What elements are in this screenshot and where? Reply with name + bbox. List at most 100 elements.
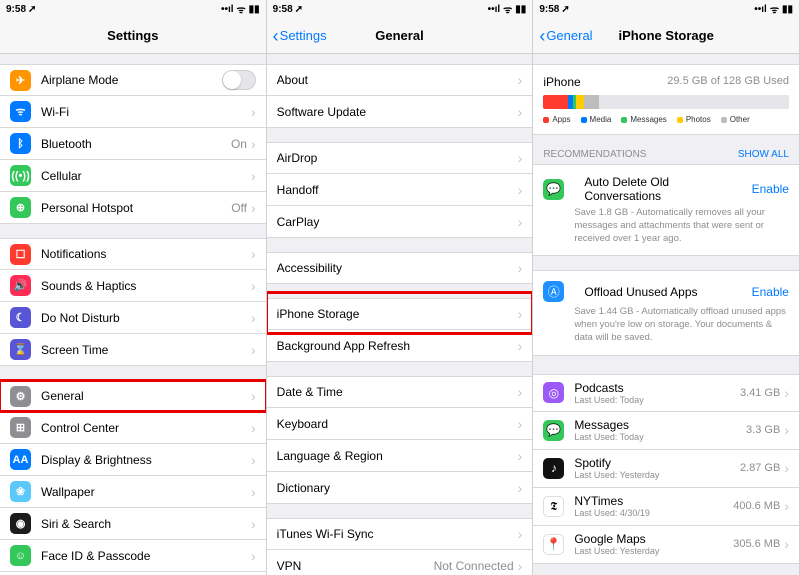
settings-row-face-id-passcode[interactable]: ☺Face ID & Passcode› — [0, 540, 266, 572]
general-row-keyboard[interactable]: Keyboard› — [267, 408, 533, 440]
iphone-storage-screen: 9:58➚ ••ılᯤ▮▮ ‹General iPhone Storage iP… — [533, 0, 800, 575]
general-row-software-update[interactable]: Software Update› — [267, 96, 533, 128]
app-row-podcasts[interactable]: ◎PodcastsLast Used: Today3.41 GB› — [533, 374, 799, 412]
app-name: NYTimes — [574, 494, 733, 508]
settings-row-wi-fi[interactable]: ᯤWi-Fi› — [0, 96, 266, 128]
settings-row-control-center[interactable]: ⊞Control Center› — [0, 412, 266, 444]
settings-row-screen-time[interactable]: ⌛Screen Time› — [0, 334, 266, 366]
status-bar: 9:58➚ ••ılᯤ▮▮ — [533, 0, 799, 18]
battery-status-icon: ▮▮ — [515, 4, 526, 15]
settings-row-do-not-disturb[interactable]: ☾Do Not Disturb› — [0, 302, 266, 334]
enable-button[interactable]: Enable — [752, 182, 789, 196]
enable-button[interactable]: Enable — [752, 285, 789, 299]
storage-bar — [543, 95, 789, 109]
cellular-icon: ((•)) — [10, 165, 31, 186]
settings-row-cellular[interactable]: ((•))Cellular› — [0, 160, 266, 192]
row-label: Handoff — [277, 183, 518, 197]
battery-status-icon: ▮▮ — [782, 4, 793, 15]
legend-item: Media — [581, 115, 612, 124]
page-title: iPhone Storage — [618, 28, 713, 43]
app-size: 400.6 MB — [733, 500, 780, 512]
row-value: On — [231, 137, 247, 151]
back-button[interactable]: ‹General — [539, 27, 592, 45]
chevron-right-icon: › — [251, 342, 256, 358]
dnd-icon: ☾ — [10, 307, 31, 328]
settings-row-airplane-mode[interactable]: ✈Airplane Mode — [0, 64, 266, 96]
row-label: Accessibility — [277, 261, 518, 275]
settings-row-personal-hotspot[interactable]: ⊕Personal HotspotOff› — [0, 192, 266, 224]
app-row-spotify[interactable]: ♪SpotifyLast Used: Yesterday2.87 GB› — [533, 450, 799, 488]
legend-item: Other — [721, 115, 750, 124]
legend-label: Apps — [552, 115, 570, 124]
chevron-right-icon: › — [784, 498, 789, 514]
chevron-right-icon: › — [251, 200, 256, 216]
siri-icon: ◉ — [10, 513, 31, 534]
general-row-language-region[interactable]: Language & Region› — [267, 440, 533, 472]
general-row-itunes-wi-fi-sync[interactable]: iTunes Wi-Fi Sync› — [267, 518, 533, 550]
general-list[interactable]: About›Software Update›AirDrop›Handoff›Ca… — [267, 54, 533, 575]
chevron-right-icon: › — [784, 422, 789, 438]
chevron-right-icon: › — [251, 420, 256, 436]
legend-dot-icon — [721, 117, 727, 123]
spotify-app-icon: ♪ — [543, 458, 564, 479]
chevron-right-icon: › — [251, 278, 256, 294]
general-row-background-app-refresh[interactable]: Background App Refresh› — [267, 330, 533, 362]
general-row-dictionary[interactable]: Dictionary› — [267, 472, 533, 504]
chevron-left-icon: ‹ — [273, 27, 279, 45]
app-name: Messages — [574, 418, 746, 432]
storage-content[interactable]: iPhone29.5 GB of 128 GB UsedAppsMediaMes… — [533, 54, 799, 575]
row-label: Language & Region — [277, 449, 518, 463]
chevron-right-icon: › — [251, 516, 256, 532]
app-row-messages[interactable]: 💬MessagesLast Used: Today3.3 GB› — [533, 412, 799, 450]
nytimes-app-icon: 𝕿 — [543, 496, 564, 517]
general-row-airdrop[interactable]: AirDrop› — [267, 142, 533, 174]
signal-icon: ••ıl — [488, 4, 501, 15]
row-label: Wi-Fi — [41, 105, 251, 119]
settings-row-siri-search[interactable]: ◉Siri & Search› — [0, 508, 266, 540]
app-row-google-maps[interactable]: 📍Google MapsLast Used: Yesterday305.6 MB… — [533, 526, 799, 564]
general-row-accessibility[interactable]: Accessibility› — [267, 252, 533, 284]
chevron-right-icon: › — [784, 385, 789, 401]
general-row-date-time[interactable]: Date & Time› — [267, 376, 533, 408]
settings-row-general[interactable]: ⚙General› — [0, 380, 266, 412]
location-arrow-icon: ➚ — [561, 4, 569, 15]
chevron-right-icon: › — [518, 448, 523, 464]
recommendation-title: Offload Unused Apps — [584, 285, 741, 299]
general-icon: ⚙ — [10, 386, 31, 407]
wifi-status-icon: ᯤ — [503, 2, 512, 16]
general-row-iphone-storage[interactable]: iPhone Storage› — [267, 298, 533, 330]
row-label: Wallpaper — [41, 485, 251, 499]
settings-list[interactable]: ✈Airplane ModeᯤWi-Fi›ᛒBluetoothOn›((•))C… — [0, 54, 266, 575]
show-all-button[interactable]: SHOW ALL — [738, 149, 789, 160]
settings-row-sounds-haptics[interactable]: 🔊Sounds & Haptics› — [0, 270, 266, 302]
general-row-carplay[interactable]: CarPlay› — [267, 206, 533, 238]
status-time: 9:58 — [273, 4, 293, 15]
chevron-right-icon: › — [518, 214, 523, 230]
wallpaper-icon: ❀ — [10, 481, 31, 502]
row-label: General — [41, 389, 251, 403]
app-size: 3.3 GB — [746, 424, 780, 436]
legend-label: Messages — [630, 115, 666, 124]
legend-label: Other — [730, 115, 750, 124]
toggle-switch[interactable] — [222, 70, 256, 90]
messages-app-icon: 💬 — [543, 179, 564, 200]
row-label: VPN — [277, 559, 434, 573]
row-label: Background App Refresh — [277, 339, 518, 353]
general-row-handoff[interactable]: Handoff› — [267, 174, 533, 206]
app-name: Podcasts — [574, 381, 740, 395]
notifications-icon: ☐ — [10, 244, 31, 265]
general-row-about[interactable]: About› — [267, 64, 533, 96]
app-row-nytimes[interactable]: 𝕿NYTimesLast Used: 4/30/19400.6 MB› — [533, 488, 799, 526]
back-button[interactable]: ‹Settings — [273, 27, 327, 45]
settings-row-wallpaper[interactable]: ❀Wallpaper› — [0, 476, 266, 508]
airplane-mode-icon: ✈ — [10, 70, 31, 91]
appstore-icon: Ⓐ — [543, 281, 564, 302]
chevron-right-icon: › — [518, 72, 523, 88]
back-label: General — [546, 28, 592, 43]
row-value: Not Connected — [434, 559, 514, 573]
row-label: Display & Brightness — [41, 453, 251, 467]
general-row-vpn[interactable]: VPNNot Connected› — [267, 550, 533, 575]
settings-row-display-brightness[interactable]: AADisplay & Brightness› — [0, 444, 266, 476]
settings-row-notifications[interactable]: ☐Notifications› — [0, 238, 266, 270]
settings-row-bluetooth[interactable]: ᛒBluetoothOn› — [0, 128, 266, 160]
